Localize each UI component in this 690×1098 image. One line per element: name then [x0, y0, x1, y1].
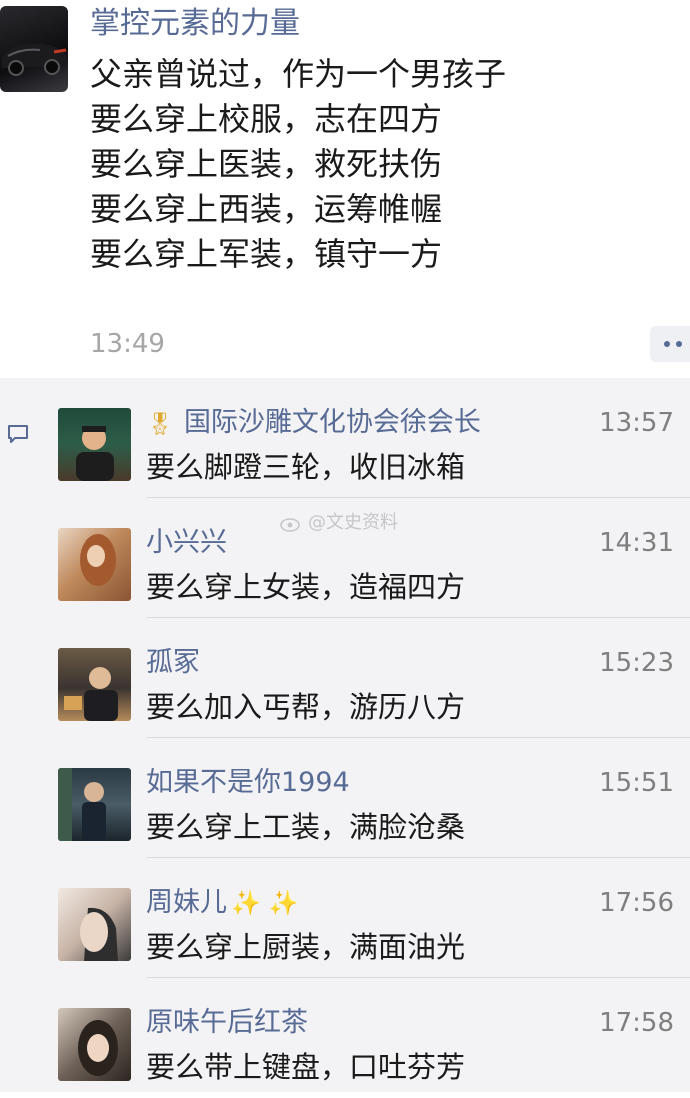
moments-post: 掌控元素的力量 父亲曾说过，作为一个男孩子 要么穿上校服，志在四方 要么穿上医装… — [0, 0, 690, 378]
comment-item[interactable]: 如果不是你1994 15:51 要么穿上工装，满脸沧桑 — [0, 738, 690, 858]
comment-time: 15:51 — [599, 768, 674, 798]
commenter-avatar[interactable] — [58, 888, 131, 961]
commenter-avatar[interactable] — [58, 648, 131, 721]
commenter-avatar[interactable] — [58, 768, 131, 841]
post-author-name[interactable]: 掌控元素的力量 — [90, 4, 300, 44]
comment-time: 17:58 — [599, 1008, 674, 1038]
comment-item[interactable]: 🎖 国际沙雕文化协会徐会长 13:57 要么脚蹬三轮，收旧冰箱 — [0, 378, 690, 498]
comment-time: 17:56 — [599, 888, 674, 918]
comment-time: 14:31 — [599, 528, 674, 558]
dot-icon — [664, 341, 670, 347]
commenter-name[interactable]: 孤冢 — [146, 644, 200, 682]
comment-time: 13:57 — [599, 408, 674, 438]
post-content: 父亲曾说过，作为一个男孩子 要么穿上校服，志在四方 要么穿上医装，救死扶伤 要么… — [90, 52, 506, 277]
commenter-name[interactable]: 周妹儿 ✨ ✨ — [146, 884, 298, 922]
avatar-image — [58, 768, 106, 841]
post-timestamp: 13:49 — [90, 329, 165, 359]
avatar-image — [76, 426, 114, 481]
commenter-name[interactable]: 小兴兴 — [146, 524, 227, 562]
post-line: 要么穿上医装，救死扶伤 — [90, 145, 443, 183]
watermark: @文史资料 — [280, 510, 398, 536]
commenter-name[interactable]: 原味午后红茶 — [146, 1004, 308, 1042]
comment-text: 要么穿上厨装，满面油光 — [146, 930, 466, 964]
post-line: 要么穿上军装，镇守一方 — [90, 235, 443, 273]
comment-text: 要么穿上女装，造福四方 — [146, 570, 466, 604]
comment-item[interactable]: 周妹儿 ✨ ✨ 17:56 要么穿上厨装，满面油光 — [0, 858, 690, 978]
commenter-name[interactable]: 🎖 国际沙雕文化协会徐会长 — [146, 404, 481, 444]
commenter-name[interactable]: 如果不是你1994 — [146, 764, 350, 802]
comment-item[interactable]: 孤冢 15:23 要么加入丐帮，游历八方 — [0, 618, 690, 738]
car-image — [2, 43, 67, 76]
commenter-avatar[interactable] — [58, 1008, 131, 1081]
comment-item[interactable]: 小兴兴 @文史资料 14:31 要么穿上女装，造福四方 — [0, 498, 690, 618]
avatar-image — [64, 667, 118, 721]
comment-text: 要么脚蹬三轮，收旧冰箱 — [146, 450, 466, 484]
more-actions-button[interactable] — [650, 326, 690, 362]
comment-text: 要么加入丐帮，游历八方 — [146, 690, 466, 724]
commenter-avatar[interactable] — [58, 528, 131, 601]
post-line: 要么穿上校服，志在四方 — [90, 100, 443, 138]
medal-icon: 🎖 — [146, 412, 174, 437]
comment-time: 15:23 — [599, 648, 674, 678]
commenter-avatar[interactable] — [58, 408, 131, 481]
avatar-image — [78, 1020, 118, 1076]
comment-text: 要么带上键盘，口吐芬芳 — [146, 1050, 466, 1084]
dot-icon — [676, 341, 682, 347]
avatar-image — [80, 534, 116, 586]
comments-section: 🎖 国际沙雕文化协会徐会长 13:57 要么脚蹬三轮，收旧冰箱 小兴兴 @文史资料… — [0, 378, 690, 1092]
avatar-image — [80, 907, 118, 961]
sparkles-icon: ✨ ✨ — [231, 889, 299, 917]
post-line: 要么穿上西装，运筹帷幄 — [90, 190, 443, 228]
post-author-avatar[interactable] — [0, 6, 68, 92]
comment-text: 要么穿上工装，满脸沧桑 — [146, 810, 466, 844]
comment-item[interactable]: 原味午后红茶 17:58 要么带上键盘，口吐芬芳 — [0, 978, 690, 1098]
post-line: 父亲曾说过，作为一个男孩子 — [90, 55, 507, 93]
weibo-icon — [280, 518, 300, 532]
